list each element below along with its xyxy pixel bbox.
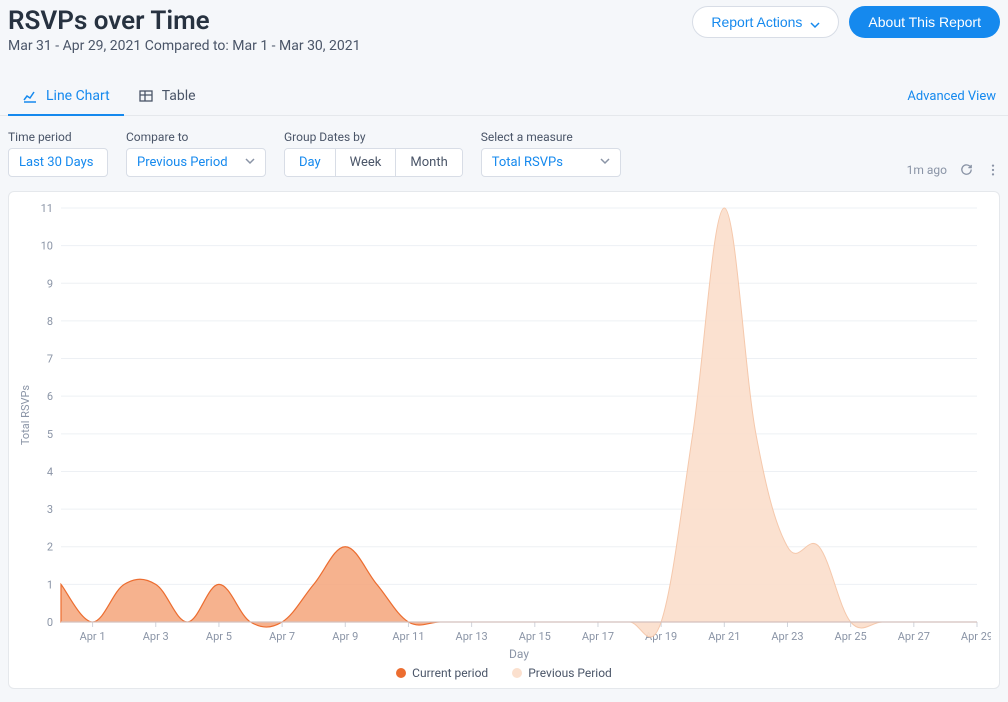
report-actions-label: Report Actions: [711, 14, 802, 30]
svg-text:Apr 7: Apr 7: [269, 630, 295, 643]
svg-text:Total RSVPs: Total RSVPs: [19, 385, 32, 446]
about-report-button[interactable]: About This Report: [849, 6, 1000, 38]
report-actions-button[interactable]: Report Actions: [692, 6, 839, 38]
svg-text:10: 10: [41, 240, 53, 253]
rsvps-chart: 0 1 2 3 4 5 6 7 8 9 10 11 Apr 1 Apr 3 Apr 5 Apr 7 Apr 9 A…: [17, 200, 991, 682]
svg-text:6: 6: [47, 390, 53, 403]
table-icon: [138, 88, 154, 104]
tab-table[interactable]: Table: [124, 78, 210, 116]
svg-text:Apr 1: Apr 1: [80, 630, 106, 643]
svg-text:2: 2: [47, 541, 53, 554]
compare-to-value: Previous Period: [137, 155, 228, 170]
chevron-down-icon: [810, 17, 820, 27]
group-by-day[interactable]: Day: [285, 149, 336, 176]
svg-text:Apr 27: Apr 27: [898, 630, 930, 643]
svg-text:Apr 5: Apr 5: [206, 630, 232, 643]
svg-text:Apr 9: Apr 9: [332, 630, 358, 643]
tab-line-chart[interactable]: Line Chart: [8, 78, 124, 116]
svg-text:11: 11: [41, 202, 53, 215]
svg-text:9: 9: [47, 277, 53, 290]
svg-text:Apr 17: Apr 17: [582, 630, 614, 643]
legend-previous[interactable]: Previous Period: [512, 666, 612, 680]
time-period-value: Last 30 Days: [19, 155, 93, 170]
svg-text:0: 0: [47, 616, 53, 629]
legend-previous-label: Previous Period: [528, 666, 612, 680]
page-title: RSVPs over Time: [8, 6, 361, 36]
svg-text:Day: Day: [509, 647, 529, 661]
refresh-age: 1m ago: [907, 163, 947, 177]
refresh-button[interactable]: [959, 162, 974, 177]
line-chart-icon: [22, 88, 38, 104]
more-menu-button[interactable]: [986, 163, 1000, 177]
tab-table-label: Table: [162, 88, 196, 104]
group-by-month[interactable]: Month: [396, 149, 461, 176]
svg-text:Apr 11: Apr 11: [392, 630, 424, 643]
group-by-segmented: Day Week Month: [284, 148, 463, 177]
svg-text:8: 8: [47, 315, 53, 328]
svg-text:Apr 29: Apr 29: [961, 630, 991, 643]
svg-text:Apr 25: Apr 25: [835, 630, 867, 643]
chart-card: 0 1 2 3 4 5 6 7 8 9 10 11 Apr 1 Apr 3 Apr 5 Apr 7 Apr 9 A…: [8, 191, 1000, 689]
date-range-subtitle: Mar 31 - Apr 29, 2021 Compared to: Mar 1…: [8, 38, 361, 54]
measure-select[interactable]: Total RSVPs: [481, 148, 621, 177]
svg-text:Apr 23: Apr 23: [771, 630, 803, 643]
svg-text:Apr 13: Apr 13: [456, 630, 488, 643]
chart-legend: Current period Previous Period: [9, 666, 999, 680]
compare-to-select[interactable]: Previous Period: [126, 148, 266, 177]
group-by-week[interactable]: Week: [336, 149, 397, 176]
group-by-label: Group Dates by: [284, 130, 463, 144]
time-period-label: Time period: [8, 130, 108, 144]
legend-current-label: Current period: [412, 666, 488, 680]
swatch-previous-icon: [512, 668, 522, 678]
advanced-view-link[interactable]: Advanced View: [903, 79, 1000, 114]
chevron-down-icon: [600, 155, 610, 170]
svg-text:7: 7: [47, 353, 53, 366]
chevron-down-icon: [245, 155, 255, 170]
tab-line-chart-label: Line Chart: [46, 88, 110, 104]
svg-text:Apr 3: Apr 3: [143, 630, 169, 643]
time-period-select[interactable]: Last 30 Days: [8, 148, 108, 177]
svg-text:3: 3: [47, 503, 53, 516]
legend-current[interactable]: Current period: [396, 666, 488, 680]
compare-to-label: Compare to: [126, 130, 266, 144]
about-report-label: About This Report: [868, 14, 981, 30]
svg-text:Apr 15: Apr 15: [519, 630, 551, 643]
measure-label: Select a measure: [481, 130, 621, 144]
svg-text:4: 4: [47, 465, 53, 478]
svg-text:5: 5: [47, 428, 53, 441]
svg-text:Apr 21: Apr 21: [708, 630, 740, 643]
measure-value: Total RSVPs: [492, 155, 563, 170]
swatch-current-icon: [396, 668, 406, 678]
svg-text:1: 1: [47, 578, 53, 591]
